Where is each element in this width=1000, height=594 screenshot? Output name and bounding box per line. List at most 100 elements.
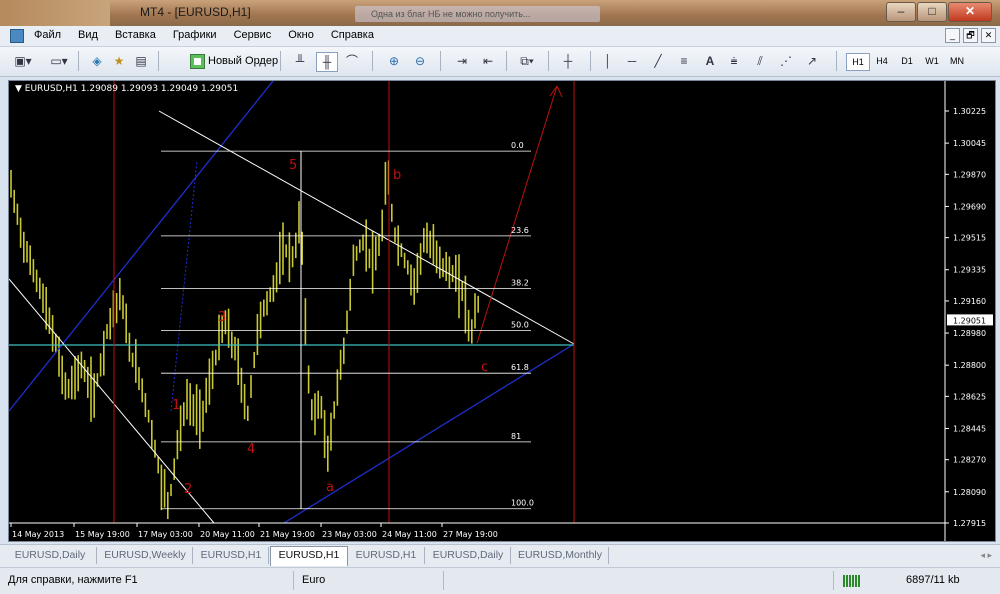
price-chart[interactable]: 0.0 23.6 38.2 50.0 61.8 81 100.0 1.30225 1.3004… — [9, 81, 995, 541]
title-bar: MT4 - [EURUSD,H1] Одна из благ НБ не мож… — [0, 0, 1000, 26]
navigator-icon[interactable]: ★ — [110, 52, 128, 70]
market-watch-icon[interactable]: ◈ — [88, 52, 106, 70]
candlestick-icon[interactable]: ╫ — [316, 52, 338, 72]
status-bar: Для справки, нажмите F1 Euro 6897/11 kb — [0, 567, 1000, 594]
arrow-tool-icon[interactable]: ↗ — [802, 52, 822, 70]
price-label: 1.28445 — [953, 424, 986, 433]
chart-tab-active[interactable]: EURUSD,H1 — [270, 546, 348, 566]
price-label: 1.28625 — [953, 392, 986, 401]
zoom-in-icon[interactable]: ⊕ — [384, 52, 404, 70]
window-controls: – □ ✕ — [885, 2, 992, 22]
toolbar-separator — [506, 51, 507, 71]
wave-label: b — [393, 168, 401, 183]
blue-trend-line — [9, 81, 274, 412]
timeframe-d1-button[interactable]: D1 — [896, 53, 918, 69]
time-label: 21 May 19:00 — [260, 530, 315, 539]
price-label: 1.27915 — [953, 519, 986, 528]
trend-line-icon[interactable]: ╱ — [648, 52, 668, 70]
new-chart-icon[interactable]: ▣▾ — [10, 52, 36, 70]
gann-icon[interactable]: ⫽ — [750, 52, 770, 70]
time-label: 27 May 19:00 — [443, 530, 498, 539]
time-label: 15 May 19:00 — [75, 530, 130, 539]
tab-scroll-arrows[interactable]: ◂ ▸ — [980, 550, 992, 561]
chart-tab[interactable]: EURUSD,H1 — [348, 547, 425, 564]
toolbar-separator — [548, 51, 549, 71]
price-label: 1.30225 — [953, 107, 986, 116]
toolbar-separator — [440, 51, 441, 71]
timeframe-h1-button[interactable]: H1 — [846, 53, 870, 71]
menu-tools[interactable]: Сервис — [234, 29, 272, 41]
fan-icon[interactable]: ⋰ — [776, 52, 796, 70]
price-label: 1.29515 — [953, 234, 986, 243]
chart-window[interactable]: 0.0 23.6 38.2 50.0 61.8 81 100.0 1.30225 1.3004… — [8, 80, 996, 542]
red-forecast-arrowhead — [556, 85, 563, 98]
terminal-icon[interactable]: ▤ — [132, 52, 150, 70]
chart-tab[interactable]: EURUSD,H1 — [194, 547, 269, 564]
menu-help[interactable]: Справка — [331, 29, 374, 41]
window-title: MT4 - [EURUSD,H1] — [140, 5, 251, 19]
status-empty-cell — [443, 571, 833, 590]
menu-bar: Файл Вид Вставка Графики Сервис Окно Спр… — [0, 26, 1000, 47]
fib-level-label: 50.0 — [511, 320, 529, 329]
text-tool-icon[interactable]: A — [700, 52, 720, 70]
mdi-restore-button[interactable]: 🗗 — [963, 28, 978, 43]
wave-label: a — [326, 480, 334, 495]
toolbar: ▣▾ ▭▾ ◈ ★ ▤ Новый Ордер ╨ ╫ ⌒ ⊕ ⊖ ⇥ ⇤ ⧉▾… — [0, 47, 1000, 77]
menu-file[interactable]: Файл — [34, 29, 61, 41]
price-label: 1.29335 — [953, 266, 986, 275]
timeframe-h4-button[interactable]: H4 — [871, 53, 893, 69]
toolbar-separator — [158, 51, 159, 71]
minimize-button[interactable]: – — [886, 2, 916, 22]
horizontal-line-icon[interactable]: ─ — [622, 52, 642, 70]
line-chart-icon[interactable]: ⌒ — [342, 52, 362, 70]
toolbar-separator — [590, 51, 591, 71]
menu-insert[interactable]: Вставка — [115, 29, 156, 41]
timeframe-mn-button[interactable]: MN — [946, 53, 968, 69]
price-label: 1.28980 — [953, 329, 986, 338]
mdi-minimize-button[interactable]: _ — [945, 28, 960, 43]
time-label: 14 May 2013 — [12, 530, 64, 539]
menu-window[interactable]: Окно — [288, 29, 314, 41]
chart-shift-icon[interactable]: ⇤ — [478, 52, 498, 70]
price-label: 1.28090 — [953, 488, 986, 497]
price-label: 1.29870 — [953, 170, 986, 179]
price-label: 1.28800 — [953, 361, 986, 370]
new-order-button[interactable]: Новый Ордер — [188, 52, 278, 70]
close-button[interactable]: ✕ — [948, 2, 992, 22]
wave-label: 2 — [184, 482, 192, 497]
crosshair-icon[interactable]: ┼ — [558, 52, 578, 70]
vertical-line-icon[interactable]: │ — [600, 52, 616, 70]
time-label: 20 May 11:00 — [200, 530, 255, 539]
maximize-button[interactable]: □ — [917, 2, 947, 22]
fibonacci-icon[interactable]: ⩧ — [724, 52, 744, 70]
fib-level-label: 38.2 — [511, 278, 529, 287]
fib-level-label: 100.0 — [511, 499, 534, 508]
indicators-icon[interactable]: ⧉▾ — [514, 52, 540, 70]
price-label: 1.29690 — [953, 202, 986, 211]
chart-tab[interactable]: EURUSD,Daily — [4, 547, 97, 564]
mdi-close-button[interactable]: ✕ — [981, 28, 996, 43]
time-label: 24 May 11:00 — [382, 530, 437, 539]
auto-scroll-icon[interactable]: ⇥ — [452, 52, 472, 70]
app-icon[interactable] — [10, 29, 24, 43]
wave-label: 1 — [172, 398, 180, 413]
fib-level-label: 61.8 — [511, 363, 529, 372]
chart-tab[interactable]: EURUSD,Monthly — [512, 547, 609, 564]
wave-label: 5 — [289, 158, 297, 173]
zoom-out-icon[interactable]: ⊖ — [410, 52, 430, 70]
profiles-icon[interactable]: ▭▾ — [46, 52, 72, 70]
menu-charts[interactable]: Графики — [173, 29, 217, 41]
chart-tabs-bar: EURUSD,Daily EURUSD,Weekly EURUSD,H1 EUR… — [0, 544, 1000, 567]
menu-view[interactable]: Вид — [78, 29, 98, 41]
chart-info-line: ▼ EURUSD,H1 1.29089 1.29093 1.29049 1.29… — [15, 84, 239, 94]
bar-chart-icon[interactable]: ╨ — [290, 52, 310, 70]
chart-tab[interactable]: EURUSD,Daily — [426, 547, 511, 564]
price-label: 1.30045 — [953, 139, 986, 148]
status-traffic: 6897/11 kb — [906, 574, 960, 586]
chart-tab[interactable]: EURUSD,Weekly — [98, 547, 193, 564]
channel-icon[interactable]: ≡ — [674, 52, 694, 70]
time-label: 23 May 03:00 — [322, 530, 377, 539]
blue-support-line — [283, 343, 575, 524]
toolbar-separator — [78, 51, 79, 71]
timeframe-w1-button[interactable]: W1 — [921, 53, 943, 69]
